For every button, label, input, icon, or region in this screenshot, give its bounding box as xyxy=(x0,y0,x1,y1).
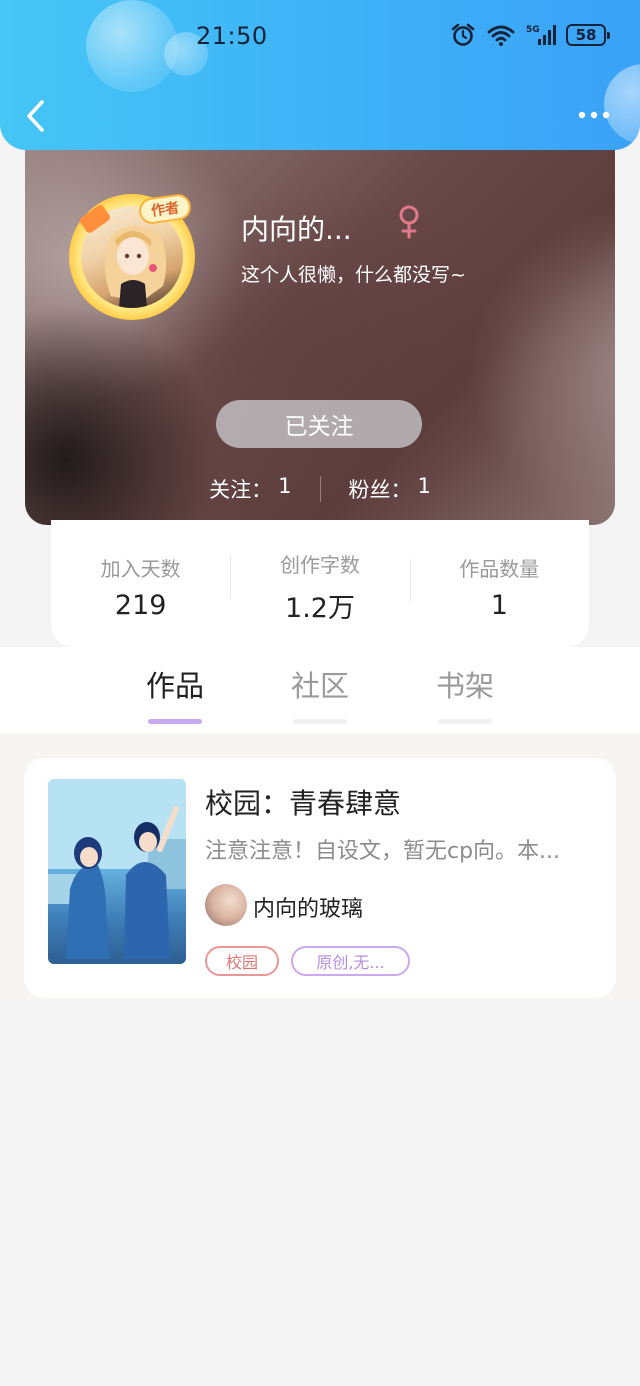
book-cover[interactable] xyxy=(48,779,186,964)
signal-icon: 5G xyxy=(526,25,556,45)
stat-word-count: 创作字数 1.2万 xyxy=(230,543,409,625)
work-title[interactable]: 校园：青春肆意 xyxy=(205,782,401,822)
tab-indicator xyxy=(148,719,202,724)
stat-value: 219 xyxy=(114,589,167,621)
status-icons: 5G 58 xyxy=(450,22,610,48)
tab-community[interactable]: 社区 xyxy=(280,663,360,724)
wifi-icon xyxy=(487,25,515,46)
tab-label: 作品 xyxy=(145,669,204,703)
fans-stat[interactable]: 粉丝： 1 xyxy=(349,474,431,504)
following-stat[interactable]: 关注： 1 xyxy=(209,474,291,504)
top-header: 21:50 5G 58 xyxy=(0,0,640,150)
stat-label: 作品数量 xyxy=(459,556,540,581)
status-time: 21:50 xyxy=(196,22,268,50)
work-card[interactable]: 校园：青春肆意 注意注意！自设文，暂无cp向。本... 内向的玻璃 校园 原创,… xyxy=(24,758,616,998)
cover-illustration xyxy=(48,779,186,959)
following-label: 关注： xyxy=(209,478,273,502)
alarm-icon xyxy=(451,23,475,46)
more-button[interactable] xyxy=(576,100,616,130)
stat-join-days: 加入天数 219 xyxy=(51,547,230,621)
fans-label: 粉丝： xyxy=(348,478,412,502)
user-bio: 这个人很懒，什么都没写~ xyxy=(241,264,466,286)
tag-badge[interactable]: 校园 xyxy=(205,946,279,976)
tab-indicator xyxy=(438,719,492,724)
following-count: 1 xyxy=(278,474,292,498)
female-icon xyxy=(399,205,419,239)
profile-card: 作者 内向的... 这个人很懒，什么都没写~ 已关注 关注： 1 粉丝： 1 xyxy=(25,120,615,525)
divider xyxy=(319,476,321,502)
work-description: 注意注意！自设文，暂无cp向。本... xyxy=(205,839,561,864)
tab-bookshelf[interactable]: 书架 xyxy=(425,663,505,724)
author-avatar[interactable] xyxy=(205,884,247,926)
follow-stats: 关注： 1 粉丝： 1 xyxy=(25,472,615,506)
stat-label: 创作字数 xyxy=(279,552,360,577)
tab-label: 书架 xyxy=(435,669,494,703)
stat-label: 加入天数 xyxy=(100,556,181,581)
battery-indicator: 58 xyxy=(566,24,610,46)
stat-works-count: 作品数量 1 xyxy=(409,547,589,621)
follow-button[interactable]: 已关注 xyxy=(216,400,422,448)
stat-value: 1.2万 xyxy=(285,592,355,624)
fans-count: 1 xyxy=(417,474,431,498)
tag-badge[interactable]: 原创,无... xyxy=(291,946,410,976)
avatar[interactable]: 作者 xyxy=(65,188,201,324)
username: 内向的... xyxy=(241,213,352,246)
back-button[interactable] xyxy=(20,96,52,136)
tab-indicator xyxy=(293,719,347,724)
stat-value: 1 xyxy=(490,589,508,621)
author-name[interactable]: 内向的玻璃 xyxy=(253,891,363,923)
stats-panel: 加入天数 219 创作字数 1.2万 作品数量 1 xyxy=(51,520,589,647)
tab-bar: 作品 社区 书架 xyxy=(0,647,640,733)
tab-works[interactable]: 作品 xyxy=(135,663,215,724)
svg-text:5G: 5G xyxy=(526,25,540,35)
tab-label: 社区 xyxy=(290,669,349,703)
